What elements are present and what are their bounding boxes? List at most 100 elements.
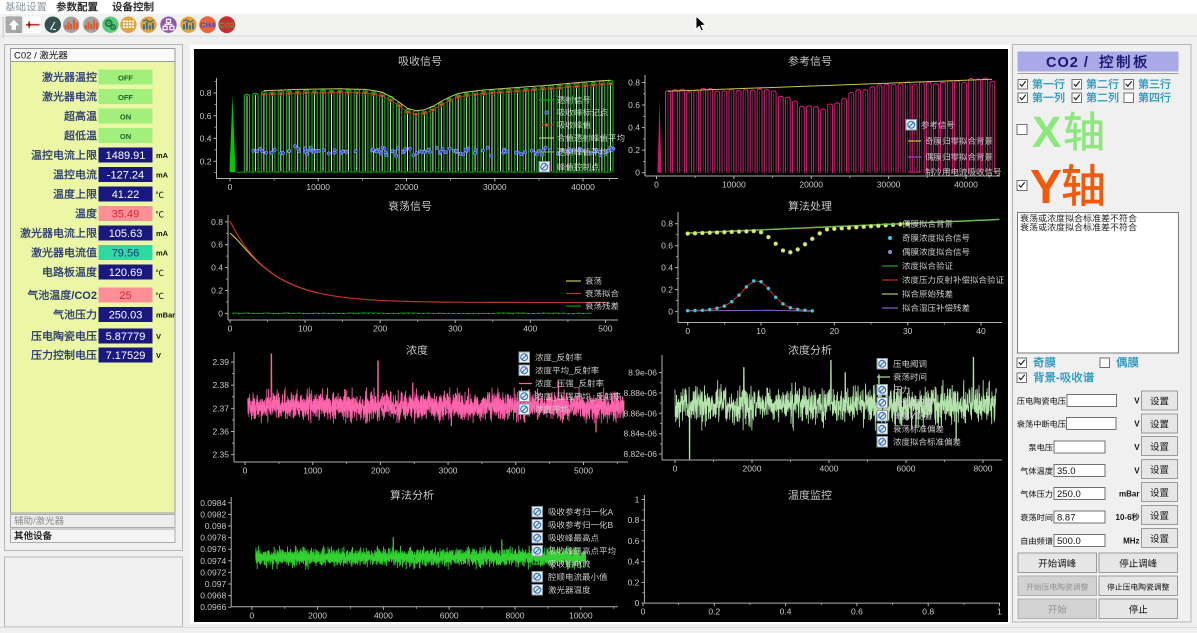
svg-text:8000: 8000 xyxy=(974,464,993,474)
svg-text:5.87779: 5.87779 xyxy=(106,331,146,343)
svg-text:120.69: 120.69 xyxy=(109,267,143,279)
svg-text:0: 0 xyxy=(635,168,640,178)
svg-text:V: V xyxy=(1134,467,1140,476)
svg-text:4000: 4000 xyxy=(506,466,525,476)
svg-text:400: 400 xyxy=(523,324,537,334)
svg-text:10000: 10000 xyxy=(569,610,593,620)
svg-text:20: 20 xyxy=(830,326,840,336)
svg-text:6000: 6000 xyxy=(440,610,459,620)
svg-text:10000: 10000 xyxy=(722,180,746,190)
svg-text:2.38: 2.38 xyxy=(212,380,229,390)
svg-text:79.56: 79.56 xyxy=(112,248,140,260)
svg-text:0.2: 0.2 xyxy=(628,577,640,587)
svg-text:0.0966: 0.0966 xyxy=(200,602,226,612)
svg-text:V: V xyxy=(1134,397,1140,406)
svg-text:_: _ xyxy=(590,392,596,402)
svg-text:0.0978: 0.0978 xyxy=(200,533,226,543)
svg-text:mBar: mBar xyxy=(1119,490,1139,499)
svg-text:30000: 30000 xyxy=(483,182,507,192)
svg-text:41.22: 41.22 xyxy=(112,189,140,201)
svg-text:0.4: 0.4 xyxy=(628,557,640,567)
svg-text:0: 0 xyxy=(243,466,248,476)
svg-text:2.35: 2.35 xyxy=(212,450,229,460)
svg-text:0.6: 0.6 xyxy=(211,240,223,250)
svg-text:20000: 20000 xyxy=(799,180,823,190)
svg-text:/: / xyxy=(33,516,36,527)
svg-text:8.86e-06: 8.86e-06 xyxy=(623,408,657,418)
svg-text:40000: 40000 xyxy=(571,182,595,192)
svg-text:0: 0 xyxy=(668,307,673,317)
svg-text:V: V xyxy=(156,351,161,360)
svg-text:/CO2: /CO2 xyxy=(71,290,97,302)
svg-text:0.0974: 0.0974 xyxy=(200,556,226,566)
svg-text:35.49: 35.49 xyxy=(112,209,140,221)
svg-text:2.37: 2.37 xyxy=(212,403,229,413)
svg-text:0.6: 0.6 xyxy=(200,111,212,121)
svg-text:35.0: 35.0 xyxy=(1057,466,1076,477)
svg-text:0: 0 xyxy=(685,326,690,336)
svg-text:MHz: MHz xyxy=(1123,537,1139,546)
svg-text:3000: 3000 xyxy=(439,466,458,476)
svg-text:10-6: 10-6 xyxy=(1116,513,1133,522)
svg-text:2000: 2000 xyxy=(743,464,762,474)
svg-text:1489.91: 1489.91 xyxy=(106,150,146,162)
svg-text:105.63: 105.63 xyxy=(109,228,143,240)
svg-text:OFF: OFF xyxy=(118,74,133,83)
svg-text:0.8: 0.8 xyxy=(661,219,673,229)
svg-text:300: 300 xyxy=(448,324,462,334)
svg-text:_: _ xyxy=(573,379,579,389)
svg-text:10: 10 xyxy=(756,326,766,336)
svg-text:0: 0 xyxy=(641,607,646,617)
svg-text:0.2: 0.2 xyxy=(628,145,640,155)
svg-text:0.0982: 0.0982 xyxy=(200,509,226,519)
svg-text:0.8: 0.8 xyxy=(211,217,223,227)
svg-text:mA: mA xyxy=(156,249,169,258)
svg-text:2000: 2000 xyxy=(371,466,390,476)
svg-text:100: 100 xyxy=(298,324,312,334)
svg-text:500.0: 500.0 xyxy=(1057,536,1081,547)
svg-text:0.4: 0.4 xyxy=(200,134,212,144)
svg-text:0.2: 0.2 xyxy=(211,286,223,296)
svg-text:-127.24: -127.24 xyxy=(107,170,144,182)
svg-text:-: - xyxy=(1056,373,1060,385)
svg-text:Y: Y xyxy=(910,411,916,421)
svg-text:0.4: 0.4 xyxy=(628,123,640,133)
svg-text:0.8: 0.8 xyxy=(628,78,640,88)
svg-text:0.4: 0.4 xyxy=(661,263,673,273)
svg-text:10000: 10000 xyxy=(306,182,330,192)
svg-text:2000: 2000 xyxy=(308,610,327,620)
svg-text:mA: mA xyxy=(156,151,169,160)
svg-text:25: 25 xyxy=(119,290,131,302)
svg-text:7.17529: 7.17529 xyxy=(106,350,146,362)
svg-text:500: 500 xyxy=(598,324,612,334)
svg-text:8.9e-06: 8.9e-06 xyxy=(628,368,657,378)
svg-text:200: 200 xyxy=(373,324,387,334)
svg-text:2.36: 2.36 xyxy=(212,427,229,437)
svg-text:0.4: 0.4 xyxy=(211,263,223,273)
svg-text:40: 40 xyxy=(976,326,986,336)
svg-text:0.8: 0.8 xyxy=(200,88,212,98)
svg-text:0.6: 0.6 xyxy=(661,241,673,251)
svg-text:0: 0 xyxy=(249,610,254,620)
svg-text:0.0968: 0.0968 xyxy=(200,591,226,601)
svg-text:0.6: 0.6 xyxy=(628,536,640,546)
svg-text:V: V xyxy=(1134,443,1140,452)
svg-text:8.84e-06: 8.84e-06 xyxy=(623,429,657,439)
svg-text:0: 0 xyxy=(228,182,233,192)
svg-text:0.0972: 0.0972 xyxy=(200,567,226,577)
svg-text:V: V xyxy=(1134,420,1140,429)
svg-text:CO2 /: CO2 / xyxy=(1046,55,1089,71)
svg-text:0: 0 xyxy=(635,598,640,608)
svg-text:0.8: 0.8 xyxy=(922,607,934,617)
svg-text:4000: 4000 xyxy=(820,464,839,474)
svg-text:0.4: 0.4 xyxy=(780,607,792,617)
svg-text:8.82e-06: 8.82e-06 xyxy=(623,449,657,459)
svg-text:0.0976: 0.0976 xyxy=(200,544,226,554)
svg-text:250.0: 250.0 xyxy=(1057,489,1081,500)
svg-text:250.03: 250.03 xyxy=(109,310,143,322)
svg-text:0.8: 0.8 xyxy=(628,515,640,525)
svg-text:40000: 40000 xyxy=(954,180,978,190)
svg-text:_: _ xyxy=(568,366,574,376)
svg-text:0: 0 xyxy=(228,324,233,334)
svg-text:mBar: mBar xyxy=(156,311,175,320)
